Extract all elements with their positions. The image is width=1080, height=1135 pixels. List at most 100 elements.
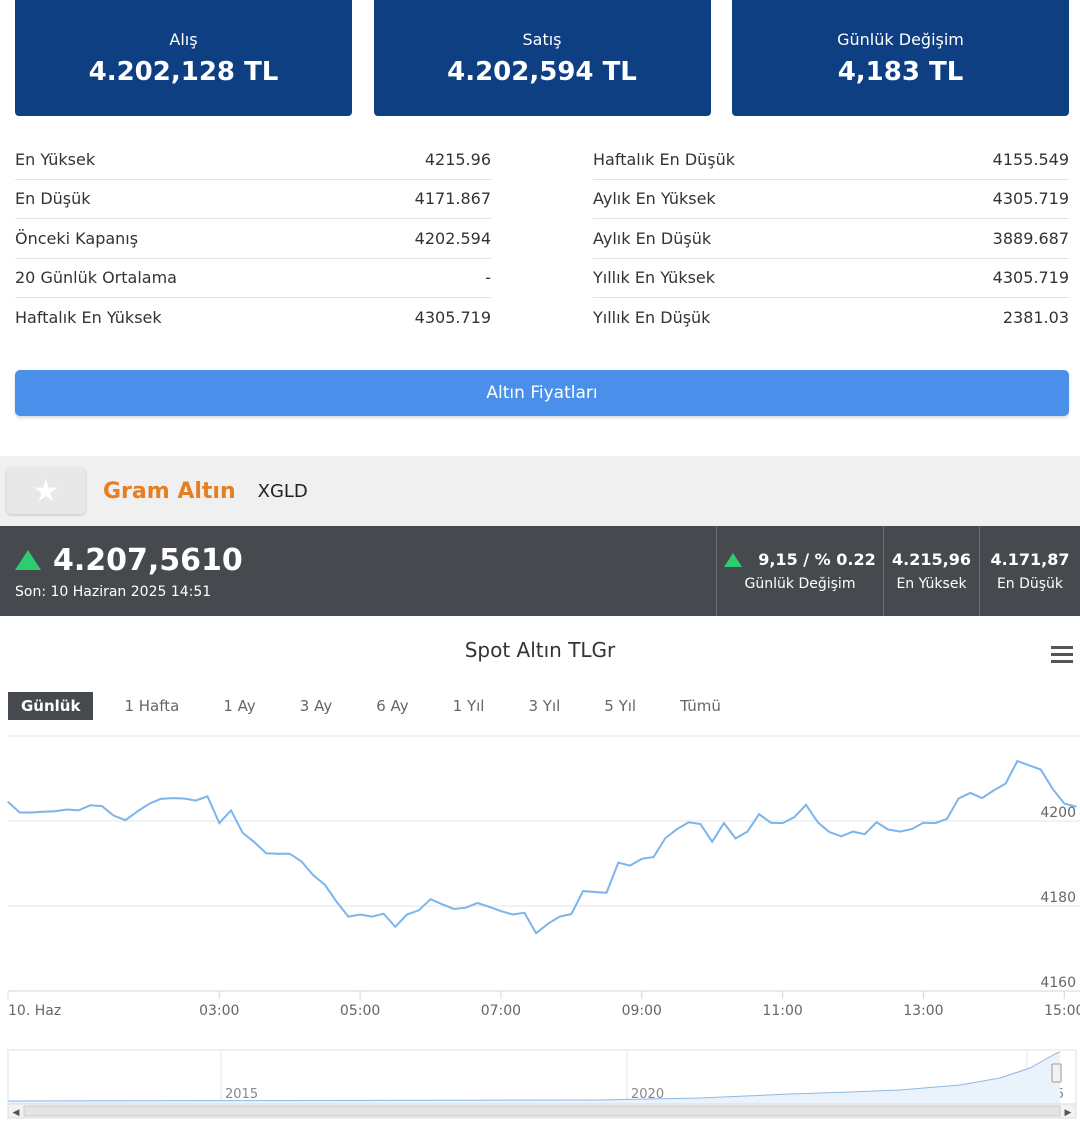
data-point xyxy=(1016,760,1018,762)
stat-row: Aylık En Yüksek 4305.719 xyxy=(593,180,1069,219)
x-tick-label: 13:00 xyxy=(903,1003,943,1019)
data-point xyxy=(54,810,56,812)
data-point xyxy=(852,831,854,833)
day-low-value: 4.171,87 xyxy=(990,550,1070,569)
sell-card: Satış 4.202,594 TL xyxy=(373,0,711,116)
stat-value: - xyxy=(485,268,491,288)
current-price: 4.207,5610 xyxy=(53,542,243,578)
data-point xyxy=(699,823,702,825)
range-button[interactable]: 3 Yıl xyxy=(515,692,573,720)
stat-label: Önceki Kapanış xyxy=(15,228,139,248)
stat-label: En Düşük xyxy=(15,189,91,209)
stat-row: Haftalık En Yüksek 4305.719 xyxy=(15,298,491,338)
stat-value: 4215.96 xyxy=(424,149,491,169)
data-point xyxy=(875,821,878,823)
data-point xyxy=(535,932,537,934)
stat-value: 4305.719 xyxy=(414,308,491,328)
stat-label: 20 Günlük Ortalama xyxy=(15,268,177,288)
data-point xyxy=(840,835,842,837)
stat-value: 4305.719 xyxy=(992,268,1069,288)
data-point xyxy=(641,858,643,860)
data-point xyxy=(805,804,807,806)
daily-change-value: 9,15 / % 0.22 xyxy=(758,550,876,569)
range-button[interactable]: 1 Ay xyxy=(210,692,268,720)
range-button[interactable]: 5 Yıl xyxy=(591,692,649,720)
y-tick-label: 4160 xyxy=(1040,975,1076,991)
stat-row: Yıllık En Yüksek 4305.719 xyxy=(593,259,1069,298)
range-button[interactable]: 6 Ay xyxy=(363,692,421,720)
data-point xyxy=(946,818,948,820)
data-point xyxy=(934,822,936,824)
data-point xyxy=(582,890,584,892)
stat-value: 4305.719 xyxy=(992,189,1069,209)
buy-value: 4.202,128 TL xyxy=(88,56,279,87)
data-point xyxy=(19,811,21,814)
stat-row: 20 Günlük Ortalama - xyxy=(15,259,491,298)
current-price-block: 4.207,5610 Son: 10 Haziran 2025 14:51 xyxy=(0,526,716,616)
day-high-value: 4.215,96 xyxy=(892,550,971,569)
x-tick-label: 10. Haz xyxy=(8,1003,61,1019)
data-point xyxy=(911,828,913,830)
stat-label: Yıllık En Yüksek xyxy=(593,268,716,288)
data-point xyxy=(1051,788,1054,790)
data-point xyxy=(42,811,44,813)
stat-label: Aylık En Düşük xyxy=(593,228,712,248)
data-point xyxy=(124,819,126,821)
data-point xyxy=(89,804,91,806)
data-point xyxy=(652,856,655,858)
data-point xyxy=(1028,764,1030,766)
data-point xyxy=(359,913,361,916)
scroll-left-icon: ◀ xyxy=(13,1108,20,1118)
stat-row: En Yüksek 4215.96 xyxy=(15,140,491,180)
x-tick-label: 11:00 xyxy=(762,1003,802,1019)
data-point xyxy=(300,860,302,862)
data-point xyxy=(418,909,420,911)
data-point xyxy=(828,831,831,833)
range-button[interactable]: 3 Ay xyxy=(287,692,345,720)
y-tick-label: 4180 xyxy=(1040,890,1076,906)
chart-menu-icon[interactable] xyxy=(1051,646,1073,664)
data-point xyxy=(488,906,490,908)
x-tick-label: 15:00 xyxy=(1044,1003,1080,1019)
sell-label: Satış xyxy=(522,29,562,49)
buy-card: Alış 4.202,128 TL xyxy=(15,0,352,116)
data-point xyxy=(347,916,349,918)
data-point xyxy=(887,828,889,831)
data-point xyxy=(958,797,960,800)
data-point xyxy=(1063,803,1065,805)
data-point xyxy=(7,801,9,803)
data-point xyxy=(66,808,68,811)
range-button[interactable]: 1 Hafta xyxy=(111,692,192,720)
data-point xyxy=(265,852,267,854)
daily-change-card: Günlük Değişim 4,183 TL xyxy=(732,0,1069,116)
data-point xyxy=(899,831,901,833)
gold-prices-button[interactable]: Altın Fiyatları xyxy=(15,370,1069,416)
data-point xyxy=(993,789,995,791)
data-point xyxy=(735,837,737,839)
navigator-year-label: 2015 xyxy=(225,1087,258,1102)
data-point xyxy=(1040,769,1042,771)
stat-value: 2381.03 xyxy=(1002,308,1069,328)
y-tick-label: 4200 xyxy=(1040,805,1076,821)
up-arrow-icon xyxy=(15,550,41,570)
scrollbar-thumb xyxy=(23,1105,1061,1117)
data-point xyxy=(406,913,408,916)
data-point xyxy=(230,809,232,811)
data-point xyxy=(746,831,749,833)
data-point xyxy=(148,803,150,805)
range-button[interactable]: Tümü xyxy=(667,692,734,720)
data-point xyxy=(218,822,220,824)
day-high-cell: 4.215,96 En Yüksek xyxy=(883,526,979,616)
data-point xyxy=(324,884,326,886)
data-point xyxy=(723,822,725,824)
data-point xyxy=(1075,806,1077,808)
data-point xyxy=(312,874,314,876)
data-point xyxy=(617,862,619,864)
instrument-header: ★ Gram Altın XGLD xyxy=(0,456,1080,526)
x-tick-label: 03:00 xyxy=(199,1003,239,1019)
favorite-star-icon[interactable]: ★ xyxy=(7,468,85,514)
last-update: Son: 10 Haziran 2025 14:51 xyxy=(15,583,212,600)
range-button[interactable]: 1 Yıl xyxy=(440,692,498,720)
range-button[interactable]: Günlük xyxy=(8,692,94,720)
x-tick-label: 05:00 xyxy=(340,1003,380,1019)
